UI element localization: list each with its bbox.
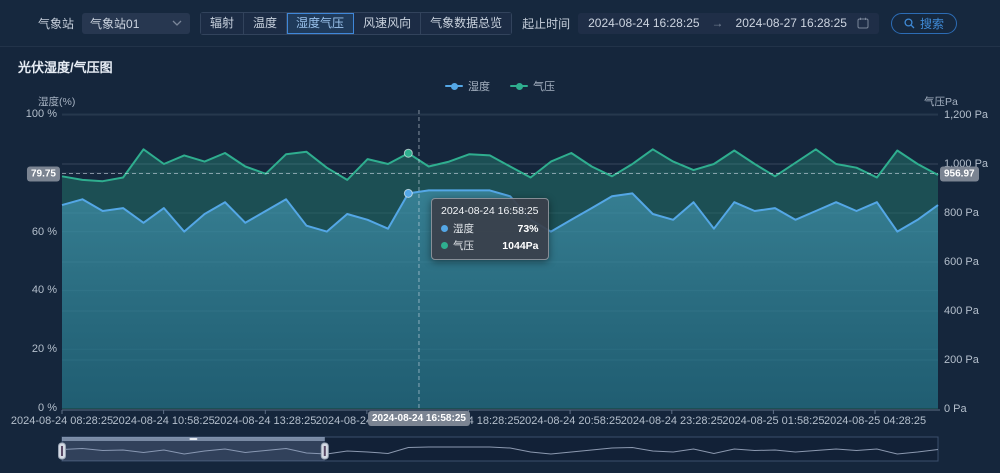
tooltip-row-pressure: 气压 1044Pa: [441, 238, 539, 253]
pressure-dot-icon: [441, 242, 448, 249]
datazoom-left-handle[interactable]: [58, 442, 67, 460]
tooltip-time: 2024-08-24 16:58:25: [441, 205, 539, 217]
tooltip-row-humidity: 湿度 73%: [441, 221, 539, 236]
left-axis-pointer-badge: 79.75: [27, 166, 60, 181]
humidity-dot-icon: [441, 225, 448, 232]
right-axis-pointer-badge: 956.97: [940, 166, 979, 181]
chart-tooltip: 2024-08-24 16:58:25 湿度 73% 气压 1044Pa: [431, 198, 549, 260]
weather-dashboard: 气象站 气象站01 辐射温度湿度气压风速风向气象数据总览 起止时间 2024-0…: [0, 0, 1000, 473]
datazoom-right-handle[interactable]: [320, 442, 329, 460]
x-axis-pointer-badge: 2024-08-24 16:58:25: [368, 411, 470, 426]
datazoom-window[interactable]: [62, 437, 325, 461]
